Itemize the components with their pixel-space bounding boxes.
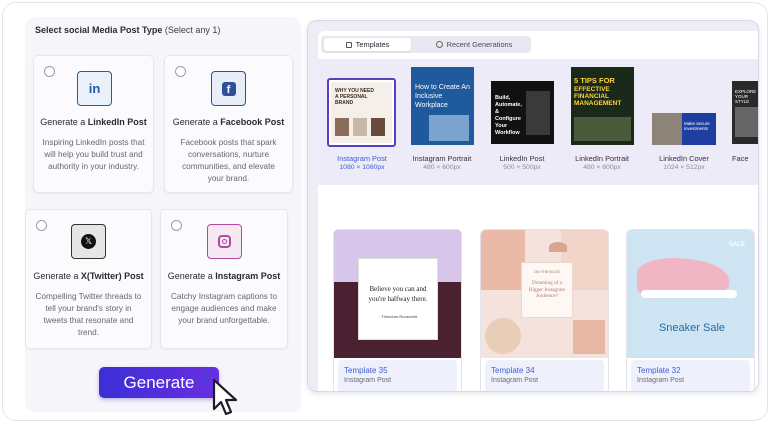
facebook-post-card[interactable]: f Generate a Facebook Post Facebook post… — [164, 55, 293, 193]
template-name: Template 35 — [344, 366, 388, 375]
format-label: LinkedIn Post — [499, 154, 545, 163]
instagram-post-card[interactable]: Generate a Instagram Post Catchy Instagr… — [160, 209, 288, 349]
template-thumbnail: ON THE BLOG Dreaming of a Bigger Instagr… — [481, 230, 608, 358]
format-size: 1080 × 1080px — [339, 164, 385, 171]
app-frame: Select social Media Post Type (Select an… — [2, 2, 768, 421]
thumb-text: WHY YOU NEED A PERSONAL BRAND — [335, 88, 374, 106]
thumb-text: EXPLORE YOUR STYLE — [735, 89, 757, 104]
thumb-text: 5 TIPS FOR — [574, 76, 615, 85]
template-type: Instagram Post — [344, 377, 392, 384]
linkedin-post-card[interactable]: in Generate a LinkedIn Post Inspiring Li… — [33, 55, 154, 193]
pointer-cursor-icon — [201, 369, 238, 416]
panel-title: Select social Media Post Type (Select an… — [35, 25, 221, 35]
instagram-radio[interactable] — [171, 220, 182, 231]
instagram-card-desc: Catchy Instagram captions to engage audi… — [170, 292, 278, 325]
thumb-text: Make secure investments — [684, 121, 710, 131]
format-size: 480 × 600px — [423, 164, 461, 171]
template-sale-badge: SALE — [728, 242, 745, 248]
linkedin-radio[interactable] — [44, 66, 55, 77]
x-twitter-post-card[interactable]: 𝕏 Generate a X(Twitter) Post Compelling … — [25, 209, 152, 349]
template-headline: Dreaming of a Bigger Instagram Audience? — [528, 280, 566, 299]
template-card-32[interactable]: SALE Sneaker Sale Template 32 Instagram … — [626, 229, 755, 391]
thumb-text: How to Create An Inclusive Workplace — [415, 84, 470, 109]
instagram-icon — [207, 224, 242, 259]
x-twitter-radio[interactable] — [36, 220, 47, 231]
template-footer: Template 32 Instagram Post — [631, 360, 750, 391]
template-name: Template 34 — [491, 366, 535, 375]
template-blog-label: ON THE BLOG — [534, 270, 560, 274]
x-twitter-card-desc: Compelling Twitter threads to tell your … — [35, 292, 142, 337]
format-thumb: WHY YOU NEED A PERSONAL BRAND — [331, 82, 392, 143]
format-strip: WHY YOU NEED A PERSONAL BRAND Instagram … — [318, 59, 758, 185]
template-type: Instagram Post — [637, 377, 685, 384]
templates-panel: Templates Recent Generations WHY YOU NEE… — [307, 20, 759, 392]
format-label: Face — [732, 154, 749, 163]
linkedin-icon: in — [77, 71, 112, 106]
tab-recent-generations[interactable]: Recent Generations — [421, 38, 527, 51]
template-card-34[interactable]: ON THE BLOG Dreaming of a Bigger Instagr… — [480, 229, 609, 391]
linkedin-card-title: Generate a LinkedIn Post — [40, 117, 147, 127]
linkedin-card-desc: Inspiring LinkedIn posts that will help … — [42, 138, 145, 171]
template-tabs: Templates Recent Generations — [321, 36, 531, 53]
templates-browser: Templates Recent Generations WHY YOU NEE… — [318, 31, 758, 391]
template-thumbnail: SALE Sneaker Sale — [627, 230, 754, 358]
thumb-text: Build, Automate, & Configure Your Workfl… — [495, 95, 522, 136]
format-label: Instagram Portrait — [412, 154, 472, 163]
template-name: Template 32 — [637, 366, 681, 375]
format-linkedin-cover[interactable]: Make secure investments — [652, 113, 716, 145]
template-quote: Believe you can and you're halfway there… — [368, 285, 428, 303]
facebook-icon: f — [211, 71, 246, 106]
format-label: Instagram Post — [337, 154, 387, 163]
facebook-card-title: Generate a Facebook Post — [172, 117, 285, 127]
template-type: Instagram Post — [491, 377, 539, 384]
facebook-radio[interactable] — [175, 66, 186, 77]
format-linkedin-portrait[interactable]: 5 TIPS FOR EFFECTIVE FINANCIAL MANAGEMEN… — [571, 67, 634, 145]
templates-icon — [345, 41, 352, 48]
format-label: LinkedIn Cover — [659, 154, 709, 163]
x-twitter-icon: 𝕏 — [71, 224, 106, 259]
facebook-card-desc: Facebook posts that spark conversations,… — [180, 138, 277, 183]
clock-icon — [435, 41, 443, 48]
x-twitter-card-title: Generate a X(Twitter) Post — [33, 271, 144, 281]
format-size: 1024 × 512px — [663, 164, 705, 171]
format-linkedin-post[interactable]: Build, Automate, & Configure Your Workfl… — [491, 81, 554, 144]
tab-templates[interactable]: Templates — [324, 38, 411, 51]
template-headline: Sneaker Sale — [658, 322, 726, 334]
format-label: LinkedIn Portrait — [575, 154, 629, 163]
format-partial[interactable]: EXPLORE YOUR STYLE — [732, 81, 758, 144]
format-size: 480 × 600px — [583, 164, 621, 171]
post-type-panel: Select social Media Post Type (Select an… — [25, 17, 301, 412]
instagram-card-title: Generate a Instagram Post — [167, 271, 281, 281]
template-card-35[interactable]: Believe you can and you're halfway there… — [333, 229, 462, 391]
template-footer: Template 35 Instagram Post — [338, 360, 457, 391]
template-thumbnail: Believe you can and you're halfway there… — [334, 230, 461, 358]
format-instagram-portrait[interactable]: How to Create An Inclusive Workplace — [411, 67, 474, 145]
format-instagram-post[interactable]: WHY YOU NEED A PERSONAL BRAND — [327, 78, 396, 147]
template-author: - Theodore Roosevelt — [378, 314, 418, 319]
format-size: 500 × 500px — [503, 164, 541, 171]
thumb-text: EFFECTIVE FINANCIAL MANAGEMENT — [574, 86, 622, 107]
template-footer: Template 34 Instagram Post — [485, 360, 604, 391]
